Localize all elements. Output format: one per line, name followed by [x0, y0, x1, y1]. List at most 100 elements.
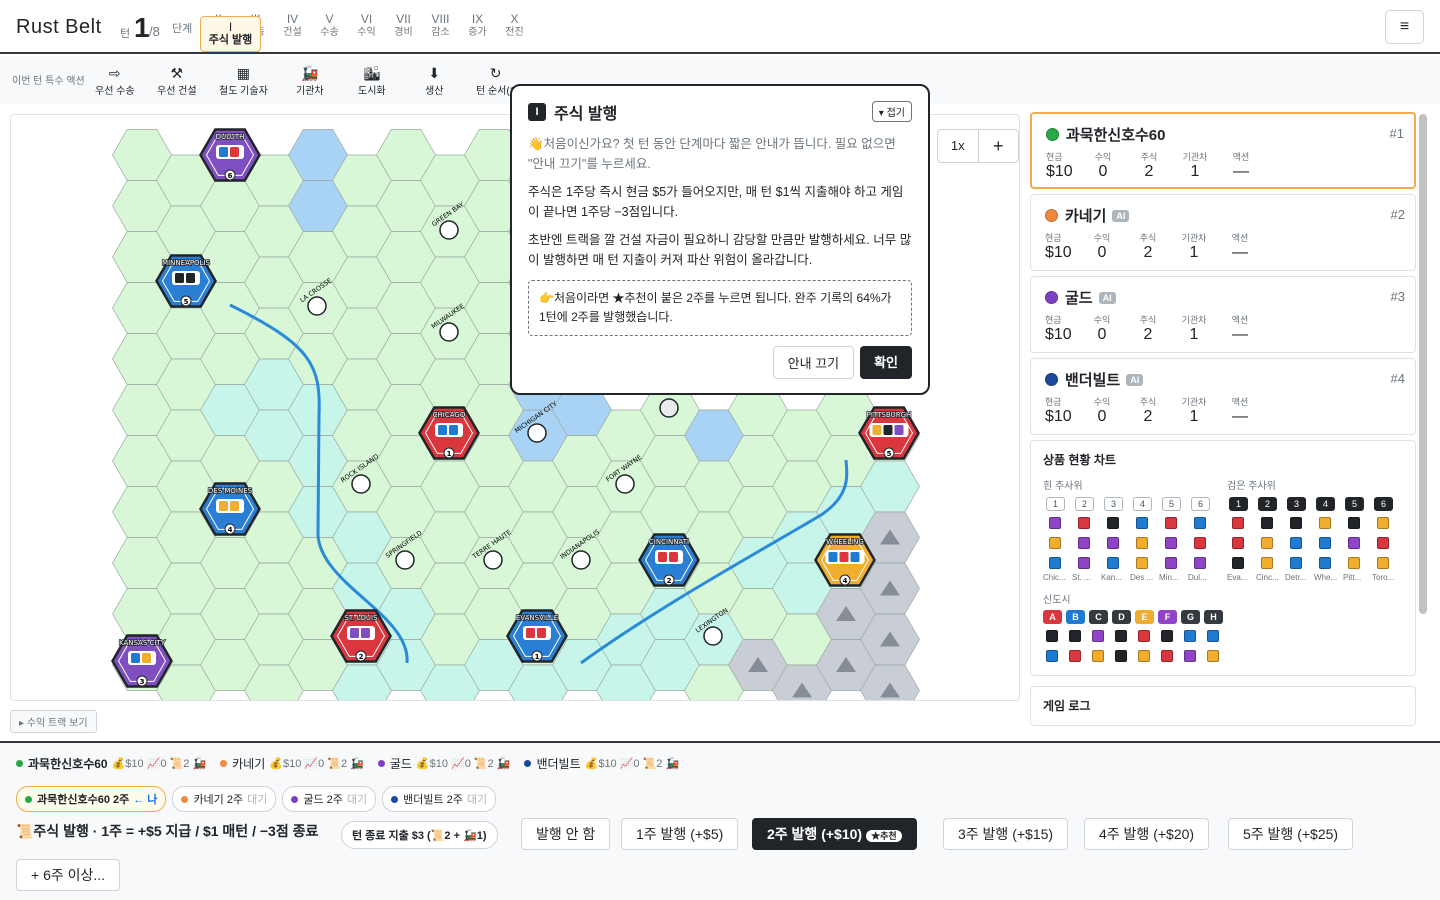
- goods-cube: [839, 552, 849, 562]
- player-choice-row: 과묵한신호수60 2주 ← 나 카네기 2주 대기 굴드 2주 대기 밴더빌트 2주 대기: [16, 786, 502, 812]
- stat-shares: 주식 2: [1125, 395, 1171, 426]
- ai-badge: AI: [1112, 209, 1130, 222]
- zoom-in-button[interactable]: +: [977, 130, 1019, 162]
- city-number: 4: [843, 577, 848, 585]
- income-track-button[interactable]: ▸ 수익 트랙 보기: [10, 710, 97, 733]
- new-city-label: 신도시: [1043, 595, 1071, 606]
- new-city-D: D: [1112, 610, 1131, 624]
- goods-cube: [186, 273, 195, 283]
- special-action-3[interactable]: ▦ 철도 기술자: [219, 64, 268, 97]
- city-number: 5: [184, 298, 189, 306]
- turn-label: 턴: [120, 28, 131, 40]
- player-card[interactable]: 과묵한신호수60 #1 현금 $10 수익 0 주식 2 기관차 1 액션 —: [1030, 112, 1416, 189]
- fold-button[interactable]: ▾ 접기: [871, 101, 912, 122]
- tip-body-2: 초반엔 트랙을 깔 건설 자금이 필요하니 감당할 만큼만 발행하세요. 너무 …: [528, 233, 912, 267]
- menu-button[interactable]: ≡: [1385, 10, 1424, 44]
- side-scrollbar[interactable]: [1419, 114, 1427, 614]
- special-action-2[interactable]: ⚒ 우선 건설: [157, 64, 197, 97]
- player-name-row: 굴드 AI: [1045, 287, 1401, 308]
- black-city-label: Whe...: [1314, 573, 1338, 582]
- player-resources: 💰$10 📈0 📜2 🚂: [111, 758, 207, 770]
- goods-cube: [131, 653, 140, 663]
- issue-option-5[interactable]: 5주 발행 (+$25): [1228, 818, 1354, 850]
- tips-off-button[interactable]: 안내 끄기: [772, 346, 855, 379]
- city-name: PITTSBURGH: [867, 411, 912, 419]
- turn-number: 1: [134, 12, 150, 43]
- stat-cash: 현금 $10: [1045, 395, 1079, 426]
- zoom-controls: 1x +: [937, 129, 1019, 163]
- zoom-level[interactable]: 1x: [938, 130, 978, 162]
- player-choice-pill: 과묵한신호수60 2주 ← 나: [16, 786, 167, 812]
- special-action-5[interactable]: 🏙 도시화: [358, 64, 386, 97]
- stat-value: $10: [1045, 408, 1072, 425]
- issue-option-1[interactable]: 1주 발행 (+$5): [621, 818, 739, 850]
- stat-label: 액션: [1231, 397, 1249, 407]
- goods-cube: [1165, 537, 1177, 549]
- special-action-6[interactable]: ⬇ 생산: [425, 64, 443, 97]
- issue-option-4[interactable]: 4주 발행 (+$20): [1084, 818, 1210, 850]
- town[interactable]: [659, 398, 679, 418]
- black-die-6: 6: [1374, 497, 1393, 511]
- goods-cube: [1319, 537, 1331, 549]
- goods-cube: [1115, 630, 1127, 642]
- goods-cube: [1161, 650, 1173, 662]
- city-number: 2: [667, 577, 672, 585]
- player-choice-pill: 굴드 2주 대기: [282, 786, 377, 812]
- player-card[interactable]: 밴더빌트 AI #4 현금 $10 수익 0 주식 2 기관차 1 액션 —: [1030, 358, 1416, 435]
- issue-option-6[interactable]: + 6주 이상...: [16, 859, 121, 891]
- confirm-button[interactable]: 확인: [860, 346, 912, 379]
- goods-cube: [658, 552, 667, 562]
- stat-value: 2: [1143, 326, 1153, 343]
- action-icon: ⚒: [170, 65, 184, 81]
- special-actions-label: 이번 턴 특수 액션: [12, 76, 85, 87]
- stat-label: 주식: [1140, 152, 1158, 162]
- player-color-dot: [1045, 291, 1058, 304]
- action-label: 도시화: [358, 86, 386, 97]
- white-city-label: Des ...: [1130, 573, 1154, 582]
- goods-cube: [1319, 557, 1331, 569]
- issue-option-0[interactable]: 발행 안 함: [521, 818, 611, 850]
- side-panel: 과묵한신호수60 #1 현금 $10 수익 0 주식 2 기관차 1 액션 — 카네기 AI #2 현금 $10…: [1030, 112, 1416, 732]
- stat-value: —: [1232, 326, 1248, 343]
- choice-status: 대기: [346, 794, 368, 806]
- player-name: 밴더빌트: [1065, 372, 1121, 389]
- phase-roman: VII: [396, 12, 411, 26]
- stat-label: 기관차: [1181, 315, 1207, 325]
- action-icon: 🚂: [301, 65, 319, 81]
- special-action-1[interactable]: ⇨ 우선 수송: [95, 64, 135, 97]
- player-name-row: 과묵한신호수60: [1046, 124, 1400, 145]
- phase-6: VI 수익: [348, 8, 385, 39]
- stat-value: 2: [1144, 163, 1154, 180]
- special-action-4[interactable]: 🚂 기관차: [296, 64, 324, 97]
- goods-cube: [1377, 557, 1389, 569]
- goods-cube: [175, 273, 184, 283]
- issue-option-2[interactable]: 2주 발행 (+$10) ★추천: [752, 818, 917, 850]
- phase-roman: IX: [471, 12, 484, 26]
- player-card[interactable]: 카네기 AI #2 현금 $10 수익 0 주식 2 기관차 1 액션 —: [1030, 194, 1416, 271]
- stat-value: 1: [1189, 326, 1199, 343]
- goods-cube: [1107, 557, 1119, 569]
- turn-total: /8: [149, 24, 160, 39]
- stat-value: $10: [1045, 244, 1072, 261]
- stat-label: 주식: [1139, 397, 1157, 407]
- issue-option-3[interactable]: 3주 발행 (+$15): [943, 818, 1069, 850]
- stat-value: $10: [1045, 326, 1072, 343]
- white-die-2: 2: [1075, 497, 1094, 511]
- stat-loco: 기관차 1: [1171, 313, 1217, 344]
- phase-roman: VI: [360, 12, 373, 26]
- city-name: EVANSVILLE: [516, 614, 558, 622]
- stat-label: 수익: [1093, 397, 1111, 407]
- player-card[interactable]: 굴드 AI #3 현금 $10 수익 0 주식 2 기관차 1 액션 —: [1030, 276, 1416, 353]
- action-label: 철도 기술자: [219, 86, 268, 97]
- goods-cube: [526, 628, 535, 638]
- tip-intro: 👋처음이신가요? 첫 턴 동안 단계마다 짧은 안내가 뜹니다. 필요 없으면 …: [528, 137, 896, 171]
- goods-cube: [1107, 517, 1119, 529]
- new-city-A: A: [1043, 610, 1062, 624]
- stat-value: 1: [1189, 244, 1199, 261]
- city-name: KANSAS CITY: [119, 639, 166, 647]
- city-number: 5: [887, 450, 892, 458]
- white-die-1: 1: [1046, 497, 1065, 511]
- phase-badge: I: [528, 103, 546, 121]
- action-label: 생산: [425, 86, 444, 97]
- stat-value: —: [1232, 408, 1248, 425]
